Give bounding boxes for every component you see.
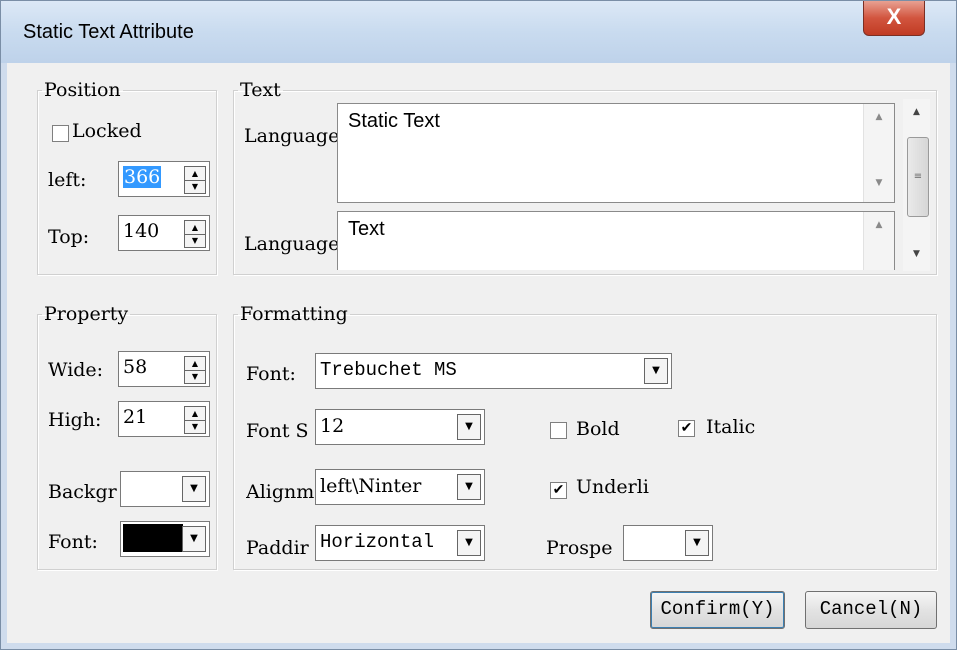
spin-up-icon[interactable]: ▲: [185, 221, 205, 235]
formatting-legend: Formatting: [240, 303, 348, 325]
language1-value: Static Text: [348, 110, 440, 132]
prospect-select[interactable]: ▼: [623, 525, 713, 561]
title-bar[interactable]: Static Text Attribute X: [1, 1, 956, 63]
left-spinner[interactable]: 366 ▲ ▼: [118, 161, 210, 197]
scroll-thumb[interactable]: ≡: [907, 137, 929, 217]
font-size-label: Font S: [246, 420, 309, 442]
bold-label: Bold: [576, 418, 620, 440]
language1-textbox[interactable]: Static Text ▲ ▼: [337, 103, 895, 203]
wide-spinner-arrows[interactable]: ▲ ▼: [184, 356, 206, 384]
spin-down-icon[interactable]: ▼: [185, 234, 205, 247]
language1-scrollbar[interactable]: ▲ ▼: [863, 104, 894, 202]
spin-down-icon[interactable]: ▼: [185, 420, 205, 433]
bold-checkbox[interactable]: [550, 422, 567, 439]
locked-checkbox[interactable]: [52, 125, 69, 142]
padding-select[interactable]: Horizontal ▼: [315, 525, 485, 561]
high-label: High:: [48, 409, 102, 431]
language2-label: Language: [244, 233, 339, 255]
background-label: Backgr: [48, 481, 117, 503]
font-color-label: Font:: [48, 531, 98, 553]
top-spinner[interactable]: 140 ▲ ▼: [118, 215, 210, 251]
language2-textbox[interactable]: Text ▲: [337, 211, 895, 270]
language2-scrollbar[interactable]: ▲: [863, 212, 894, 270]
confirm-button[interactable]: Confirm(Y): [650, 591, 785, 629]
padding-value: Horizontal: [320, 531, 435, 553]
wide-label: Wide:: [48, 359, 104, 381]
italic-label: Italic: [706, 416, 756, 438]
left-value: 366: [123, 166, 162, 188]
italic-checkbox[interactable]: ✔: [678, 420, 695, 437]
background-color-picker[interactable]: ▼: [120, 471, 210, 507]
font-value: Trebuchet MS: [320, 359, 457, 381]
alignment-label: Alignm: [246, 481, 315, 503]
language2-value: Text: [348, 218, 385, 240]
position-legend: Position: [44, 79, 121, 101]
font-color-picker[interactable]: ▼: [120, 521, 210, 557]
underline-checkbox[interactable]: ✔: [550, 482, 567, 499]
spin-down-icon[interactable]: ▼: [185, 370, 205, 383]
high-spinner-arrows[interactable]: ▲ ▼: [184, 406, 206, 434]
window-title: Static Text Attribute: [23, 21, 194, 43]
spin-up-icon[interactable]: ▲: [185, 357, 205, 371]
close-button[interactable]: X: [863, 1, 925, 36]
top-spinner-arrows[interactable]: ▲ ▼: [184, 220, 206, 248]
font-select[interactable]: Trebuchet MS ▼: [315, 353, 672, 389]
spin-up-icon[interactable]: ▲: [185, 407, 205, 421]
wide-spinner[interactable]: 58 ▲ ▼: [118, 351, 210, 387]
dropdown-arrow-icon[interactable]: ▼: [685, 530, 709, 556]
underline-label: Underli: [576, 476, 649, 498]
left-spinner-arrows[interactable]: ▲ ▼: [184, 166, 206, 194]
alignment-select[interactable]: left\Ninter ▼: [315, 469, 485, 505]
scroll-up-icon[interactable]: ▲: [903, 107, 930, 117]
dropdown-arrow-icon[interactable]: ▼: [457, 414, 481, 440]
property-legend: Property: [44, 303, 129, 325]
dropdown-arrow-icon[interactable]: ▼: [644, 358, 668, 384]
font-color-swatch: [123, 524, 183, 552]
dropdown-arrow-icon[interactable]: ▼: [457, 474, 481, 500]
scroll-up-icon[interactable]: ▲: [864, 220, 894, 230]
alignment-value: left\Ninter: [320, 475, 422, 497]
dialog-body: Position Locked left: 366 ▲ ▼ Top: 140 ▲…: [10, 63, 947, 641]
spin-down-icon[interactable]: ▼: [185, 180, 205, 193]
high-value: 21: [123, 406, 148, 428]
prospect-label: Prospe: [546, 537, 613, 559]
text-group-scrollbar[interactable]: ▲ ≡ ▼: [903, 99, 930, 271]
dialog-window: Static Text Attribute X Position Locked …: [0, 0, 957, 650]
locked-label: Locked: [72, 120, 142, 142]
text-legend: Text: [240, 79, 281, 101]
font-size-value: 12: [320, 415, 345, 437]
dropdown-arrow-icon[interactable]: ▼: [457, 530, 481, 556]
cancel-button[interactable]: Cancel(N): [805, 591, 937, 629]
scroll-up-icon[interactable]: ▲: [864, 112, 894, 122]
high-spinner[interactable]: 21 ▲ ▼: [118, 401, 210, 437]
scroll-down-icon[interactable]: ▼: [903, 249, 930, 259]
top-label: Top:: [48, 226, 90, 248]
wide-value: 58: [123, 356, 148, 378]
font-label: Font:: [246, 363, 296, 385]
scroll-down-icon[interactable]: ▼: [864, 178, 894, 188]
padding-label: Paddir: [246, 537, 309, 559]
top-value: 140: [123, 220, 160, 242]
dropdown-arrow-icon[interactable]: ▼: [182, 526, 206, 552]
dropdown-arrow-icon[interactable]: ▼: [182, 476, 206, 502]
language1-label: Language: [244, 125, 339, 147]
font-size-select[interactable]: 12 ▼: [315, 409, 485, 445]
spin-up-icon[interactable]: ▲: [185, 167, 205, 181]
left-label: left:: [48, 169, 87, 191]
